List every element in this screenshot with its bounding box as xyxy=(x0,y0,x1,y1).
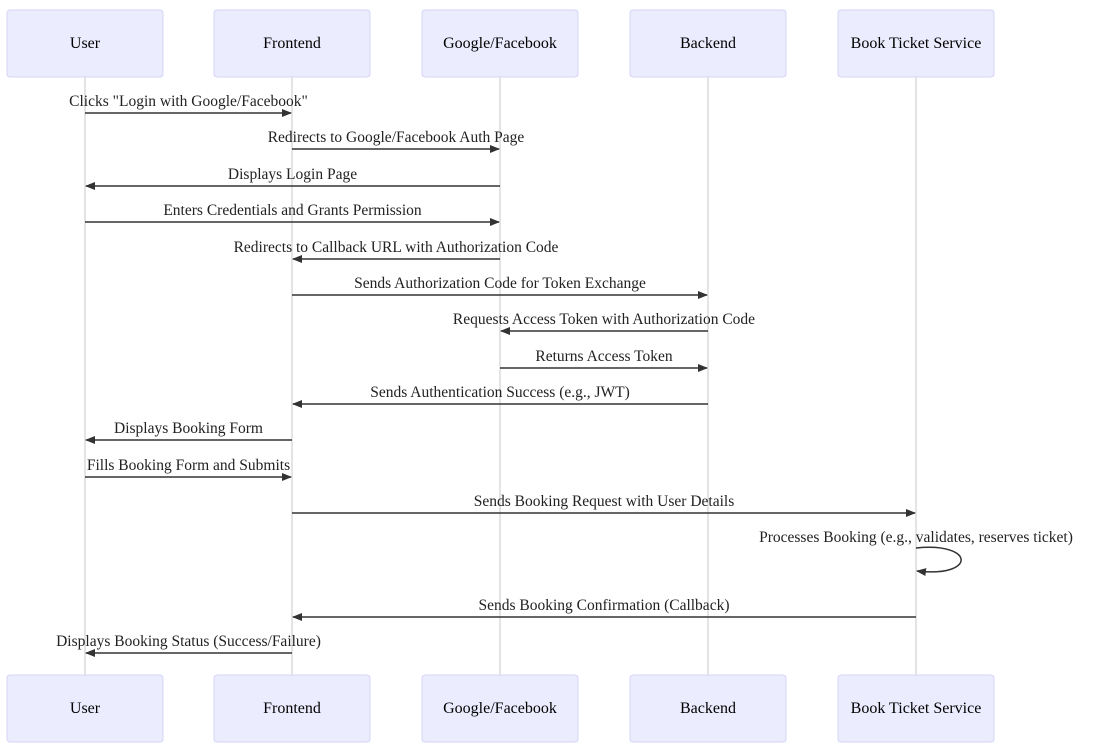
message-14: Sends Booking Confirmation (Callback) xyxy=(292,597,916,621)
actor-label: User xyxy=(70,35,101,52)
message-label: Redirects to Google/Facebook Auth Page xyxy=(268,129,525,146)
actor-user-top: User xyxy=(6,9,164,78)
message-label: Redirects to Callback URL with Authoriza… xyxy=(234,239,559,256)
message-label: Sends Authentication Success (e.g., JWT) xyxy=(370,384,630,401)
message-label: Fills Booking Form and Submits xyxy=(87,457,290,474)
message-label: Requests Access Token with Authorization… xyxy=(453,311,755,328)
message-label: Processes Booking (e.g., validates, rese… xyxy=(759,529,1073,546)
actor-frontend-top: Frontend xyxy=(213,9,371,78)
actor-frontend-bottom: Frontend xyxy=(213,674,371,743)
actor-label: Backend xyxy=(680,35,736,52)
message-label: Displays Login Page xyxy=(228,166,357,183)
message-8: Returns Access Token xyxy=(500,348,708,372)
message-label: Sends Booking Request with User Details xyxy=(474,493,734,510)
actor-auth-top: Google/Facebook xyxy=(421,9,579,78)
actor-bts-top: Book Ticket Service xyxy=(837,9,995,78)
actor-user-bottom: User xyxy=(6,674,164,743)
message-label: Sends Booking Confirmation (Callback) xyxy=(479,597,730,614)
message-15: Displays Booking Status (Success/Failure… xyxy=(56,633,321,657)
actor-label: Book Ticket Service xyxy=(851,700,982,717)
actor-label: Book Ticket Service xyxy=(851,35,982,52)
actor-label: Frontend xyxy=(263,700,321,717)
actor-label: User xyxy=(70,700,101,717)
actor-backend-top: Backend xyxy=(629,9,787,78)
message-label: Returns Access Token xyxy=(535,348,672,365)
actor-bts-bottom: Book Ticket Service xyxy=(837,674,995,743)
message-5: Redirects to Callback URL with Authoriza… xyxy=(234,239,559,263)
message-label: Sends Authorization Code for Token Excha… xyxy=(354,275,646,292)
message-10: Displays Booking Form xyxy=(85,420,292,444)
message-11: Fills Booking Form and Submits xyxy=(85,457,292,481)
message-1: Clicks "Login with Google/Facebook" xyxy=(69,93,308,117)
actor-label: Google/Facebook xyxy=(443,35,557,52)
actor-label: Frontend xyxy=(263,35,321,52)
message-label: Displays Booking Status (Success/Failure… xyxy=(56,633,321,650)
message-2: Redirects to Google/Facebook Auth Page xyxy=(268,129,525,153)
message-7: Requests Access Token with Authorization… xyxy=(453,311,755,335)
sequence-diagram: User User Frontend Frontend Google/Facebook G… xyxy=(6,9,1073,743)
message-3: Displays Login Page xyxy=(85,166,500,190)
actor-backend-bottom: Backend xyxy=(629,674,787,743)
message-12: Sends Booking Request with User Details xyxy=(292,493,916,517)
message-label: Clicks "Login with Google/Facebook" xyxy=(69,93,308,110)
actor-auth-bottom: Google/Facebook xyxy=(421,674,579,743)
message-label: Enters Credentials and Grants Permission xyxy=(163,202,422,219)
message-label: Displays Booking Form xyxy=(114,420,263,437)
self-message-arrow xyxy=(915,546,962,577)
actor-label: Backend xyxy=(680,700,736,717)
actor-label: Google/Facebook xyxy=(443,700,557,717)
